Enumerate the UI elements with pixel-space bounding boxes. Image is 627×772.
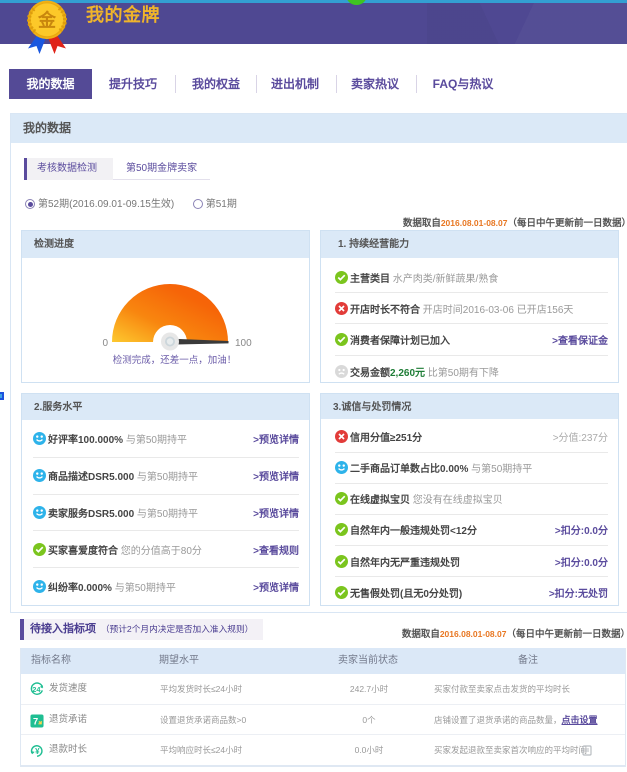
svg-text:金: 金	[37, 10, 57, 31]
svg-text:0: 0	[102, 338, 108, 349]
svg-text:100: 100	[235, 338, 252, 349]
svg-text:¥: ¥	[35, 747, 40, 756]
svg-text:24: 24	[32, 685, 41, 694]
svg-text:7: 7	[33, 716, 38, 726]
